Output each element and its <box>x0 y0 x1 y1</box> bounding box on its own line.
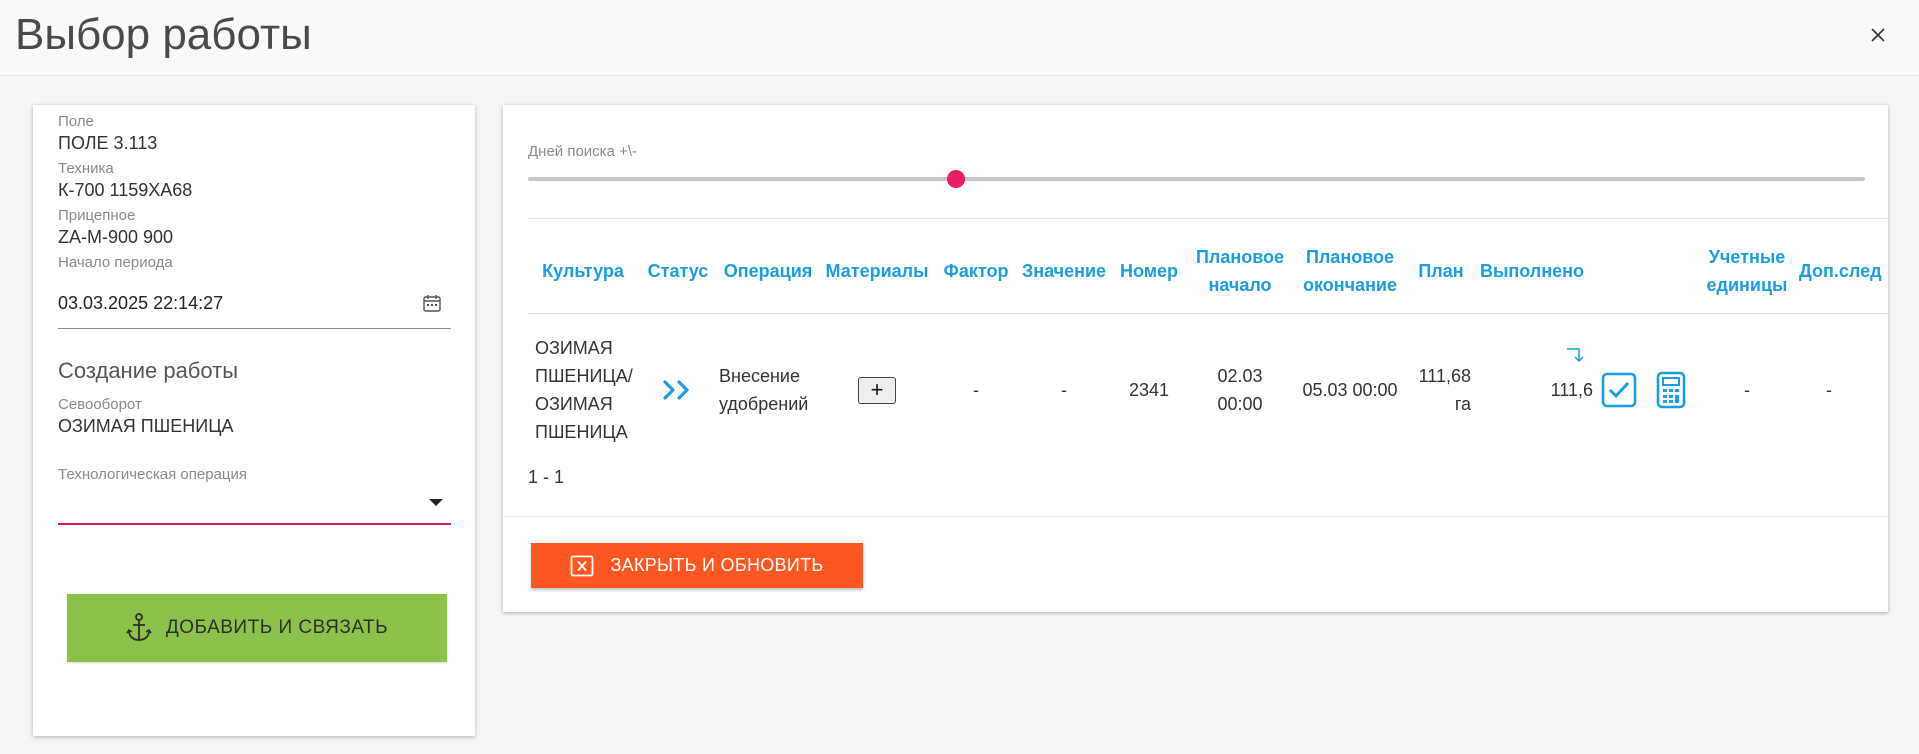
col-status[interactable]: Статус <box>642 228 714 313</box>
close-and-refresh-button[interactable]: ЗАКРЫТЬ И ОБНОВИТЬ <box>531 543 863 588</box>
col-plan[interactable]: План <box>1411 228 1471 313</box>
turn-down-arrow-icon[interactable] <box>1565 345 1587 365</box>
field-value: ПОЛЕ 3.113 <box>58 133 158 153</box>
cell-operation: Внесение удобрений <box>719 366 809 414</box>
col-plan-start[interactable]: Плановое начало <box>1189 228 1291 313</box>
crop-rotation-value: ОЗИМАЯ ПШЕНИЦА <box>58 416 234 436</box>
create-work-title: Создание работы <box>58 358 239 383</box>
close-button[interactable] <box>1863 20 1893 50</box>
col-units[interactable]: Учетные единицы <box>1699 228 1795 313</box>
search-days-slider[interactable] <box>528 177 1865 181</box>
search-days-slider-thumb[interactable] <box>946 170 965 188</box>
cell-value: - <box>1061 380 1067 400</box>
cell-number: 2341 <box>1128 380 1170 400</box>
cell-factor: - <box>973 380 979 400</box>
checkbox-checked-icon[interactable] <box>1601 372 1637 408</box>
cell-confirm[interactable] <box>1599 325 1639 455</box>
cell-done-arrow[interactable] <box>1564 345 1588 385</box>
cell-plan-start: 02.03 00:00 <box>1217 366 1263 414</box>
pagination-info: 1 - 1 <box>528 467 565 487</box>
machine-label: Техника <box>58 160 114 177</box>
trailer-label: Прицепное <box>58 207 136 224</box>
close-box-icon <box>571 555 594 576</box>
period-start-value: 03.03.2025 22:14:27 <box>58 293 224 313</box>
period-start-label: Начало периода <box>58 254 173 271</box>
search-days-label: Дней поиска +\- <box>528 143 637 160</box>
table-header-divider <box>528 313 1888 314</box>
close-and-refresh-label: ЗАКРЫТЬ И ОБНОВИТЬ <box>610 555 824 575</box>
col-operation[interactable]: Операция <box>717 228 819 313</box>
dialog-header: Выбор работы <box>0 0 1919 76</box>
tech-operation-label: Технологическая операция <box>58 466 248 483</box>
add-and-link-label: ДОБАВИТЬ И СВЯЗАТЬ <box>165 617 389 638</box>
trailer-value: ZA-M-900 900 <box>58 227 174 247</box>
close-icon <box>1871 28 1885 42</box>
col-number[interactable]: Номер <box>1114 228 1184 313</box>
dropdown-arrow-icon[interactable] <box>429 499 443 506</box>
anchor-icon <box>126 613 152 641</box>
col-value[interactable]: Значение <box>1016 228 1112 313</box>
cell-units: - <box>1744 380 1750 400</box>
cell-calculator[interactable] <box>1651 325 1691 455</box>
calendar-icon[interactable] <box>422 293 442 313</box>
add-material-button[interactable]: + <box>858 376 896 404</box>
double-chevron-right-icon[interactable] <box>662 379 694 401</box>
table-divider <box>528 218 1888 219</box>
cell-plan-end: 05.03 00:00 <box>1302 380 1398 400</box>
col-materials[interactable]: Материалы <box>821 228 933 313</box>
tech-operation-select[interactable] <box>58 485 451 525</box>
col-factor[interactable]: Фактор <box>938 228 1014 313</box>
cell-culture: ОЗИМАЯ ПШЕНИЦА/ОЗИМАЯ ПШЕНИЦА <box>535 338 633 442</box>
col-extra[interactable]: Доп.след <box>1799 228 1888 313</box>
works-table-panel: Дней поиска +\- Культура Статус Операция… <box>503 105 1888 612</box>
col-culture[interactable]: Культура <box>528 228 638 313</box>
col-done[interactable]: Выполнено <box>1475 228 1589 313</box>
field-label: Поле <box>58 113 94 130</box>
period-start-input[interactable]: 03.03.2025 22:14:27 <box>58 280 451 329</box>
calculator-icon[interactable] <box>1656 371 1686 409</box>
cell-materials: + <box>821 325 933 455</box>
cell-extra: - <box>1826 380 1832 400</box>
footer-divider <box>503 516 1888 517</box>
cell-status[interactable] <box>642 325 714 455</box>
col-plan-end[interactable]: Плановое окончание <box>1293 228 1407 313</box>
work-form-panel: Поле ПОЛЕ 3.113 Техника К-700 1159ХА68 П… <box>33 105 475 736</box>
add-and-link-button[interactable]: ДОБАВИТЬ И СВЯЗАТЬ <box>67 594 447 662</box>
cell-plan: 111,68 га <box>1418 366 1471 414</box>
crop-rotation-label: Севооборот <box>58 396 142 413</box>
dialog-title: Выбор работы <box>15 10 312 59</box>
machine-value: К-700 1159ХА68 <box>58 180 193 200</box>
